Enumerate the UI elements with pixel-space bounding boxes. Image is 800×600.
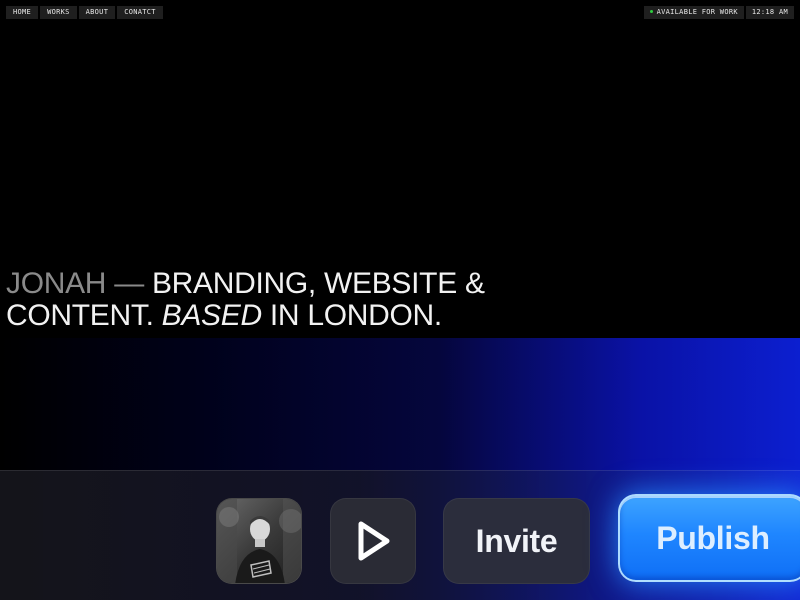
status-dot-icon [649, 9, 653, 13]
nav-home[interactable]: HOME [6, 6, 39, 19]
play-icon [358, 521, 390, 561]
hero-dash: — [106, 267, 152, 300]
hero-italic: BASED [161, 299, 263, 332]
play-button[interactable] [330, 498, 416, 584]
top-nav: HOME WORKS ABOUT CONATCT [6, 6, 163, 19]
nav-contact[interactable]: CONATCT [117, 6, 163, 19]
hero-line2-start: CONTENT. [6, 299, 162, 332]
clock: 12:18 AM [745, 6, 794, 19]
hero-headline: JONAH — BRANDING, WEBSITE & CONTENT. BAS… [6, 268, 485, 332]
profile-photo [217, 499, 301, 583]
hero-name: JONAH [6, 267, 107, 300]
status-bar: AVAILABLE FOR WORK 12:18 AM [643, 6, 794, 19]
hero-line1: BRANDING, WEBSITE & [151, 267, 485, 300]
availability-text: AVAILABLE FOR WORK [656, 8, 738, 16]
nav-works[interactable]: WORKS [40, 6, 77, 19]
nav-about[interactable]: ABOUT [78, 6, 116, 19]
publish-button[interactable]: Publish [618, 494, 800, 582]
avatar[interactable] [216, 498, 302, 584]
invite-button[interactable]: Invite [443, 498, 590, 584]
hero-line2-end: IN LONDON. [261, 299, 442, 332]
availability-badge: AVAILABLE FOR WORK [643, 6, 744, 19]
